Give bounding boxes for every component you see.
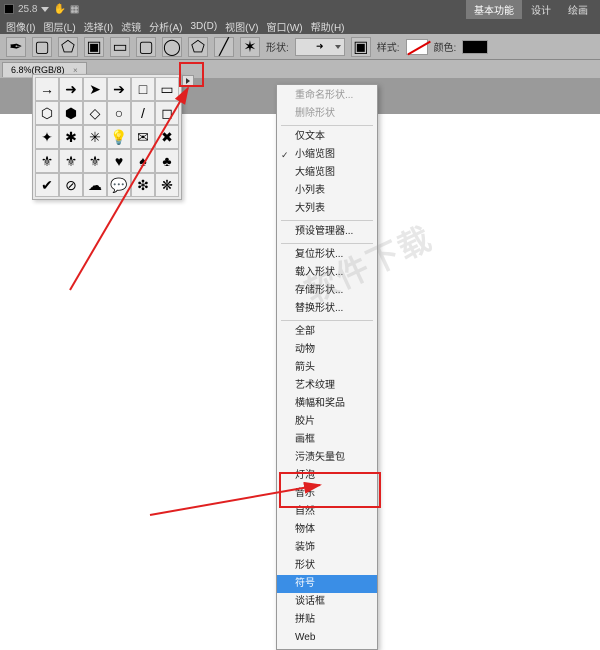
menu-separator	[281, 125, 373, 126]
menu-select[interactable]: 选择(I)	[82, 19, 115, 34]
no-style-icon[interactable]	[406, 39, 428, 55]
menu-item-large-list[interactable]: 大列表	[277, 200, 377, 218]
menu-item-rename: 重命名形状...	[277, 87, 377, 105]
menu-item-all[interactable]: 全部	[277, 323, 377, 341]
shape-cell[interactable]: ➜	[59, 77, 83, 101]
menu-image[interactable]: 图像(I)	[4, 19, 37, 34]
shape-cell[interactable]: /	[131, 101, 155, 125]
shape-cell[interactable]: ◇	[83, 101, 107, 125]
menu-item-delete: 删除形状	[277, 105, 377, 123]
color-label: 颜色:	[434, 39, 457, 54]
zoom-dropdown-icon[interactable]	[41, 7, 49, 12]
shape-cell[interactable]: 💬	[107, 173, 131, 197]
document-tab-label: 6.8%(RGB/8)	[11, 65, 65, 75]
shape-cell[interactable]: ⬢	[59, 101, 83, 125]
shape-cell[interactable]: ➔	[107, 77, 131, 101]
shape-cell[interactable]: ❋	[155, 173, 179, 197]
workspace-tab-design[interactable]: 设计	[523, 0, 559, 19]
shape-cell[interactable]: 💡	[107, 125, 131, 149]
app-icon	[4, 4, 14, 14]
menu-item-ornaments[interactable]: 装饰	[277, 539, 377, 557]
shape-cell[interactable]: ✖	[155, 125, 179, 149]
view-tools-icon[interactable]: ▦	[70, 4, 79, 15]
shape-cell[interactable]: ✱	[59, 125, 83, 149]
menu-item-tiles[interactable]: 拼贴	[277, 611, 377, 629]
menu-item-frames[interactable]: 画框	[277, 431, 377, 449]
menu-item-small-thumb[interactable]: 小缩览图	[277, 146, 377, 164]
menu-item-web[interactable]: Web	[277, 629, 377, 647]
shapes-flyout: →➜➤➔□▭⬡⬢◇○/◻✦✱✳💡✉✖⚜⚜⚜♥♠♣✔⊘☁💬❇❋	[32, 74, 182, 200]
menu-bar: 图像(I) 图层(L) 选择(I) 滤镜 分析(A) 3D(D) 视图(V) 窗…	[0, 18, 600, 34]
shape-cell[interactable]: ⊘	[59, 173, 83, 197]
menu-item-small-list[interactable]: 小列表	[277, 182, 377, 200]
shape-cell[interactable]: ✦	[35, 125, 59, 149]
annotation-box-symbols	[279, 472, 381, 508]
shape-cell[interactable]: ⚜	[59, 149, 83, 173]
shape-cell[interactable]: ➤	[83, 77, 107, 101]
menu-item-shapes[interactable]: 形状	[277, 557, 377, 575]
menu-analysis[interactable]: 分析(A)	[147, 19, 184, 34]
menu-view[interactable]: 视图(V)	[223, 19, 260, 34]
custom-shape-tool-icon[interactable]: ✶	[240, 37, 260, 57]
shape-cell[interactable]: →	[35, 77, 59, 101]
shape-cell[interactable]: ☁	[83, 173, 107, 197]
line-tool-icon[interactable]: ╱	[214, 37, 234, 57]
menu-separator	[281, 320, 373, 321]
shape-label: 形状:	[266, 39, 289, 54]
workspace-tab-basic[interactable]: 基本功能	[466, 0, 522, 19]
menu-item-film[interactable]: 胶片	[277, 413, 377, 431]
shape-cell[interactable]: ○	[107, 101, 131, 125]
menu-item-banners[interactable]: 横幅和奖品	[277, 395, 377, 413]
menu-item-arrows[interactable]: 箭头	[277, 359, 377, 377]
menu-item-large-thumb[interactable]: 大缩览图	[277, 164, 377, 182]
ellipse-tool-icon[interactable]: ◯	[162, 37, 182, 57]
menu-filter[interactable]: 滤镜	[119, 19, 143, 34]
shape-cell[interactable]: ⬡	[35, 101, 59, 125]
menu-item-grime-vector[interactable]: 污渍矢量包	[277, 449, 377, 467]
shape-cell[interactable]: □	[131, 77, 155, 101]
polygon-tool-icon[interactable]: ⬠	[188, 37, 208, 57]
tool-preset-icon[interactable]: ✒	[6, 37, 26, 57]
hand-tool-icon[interactable]: ✋	[53, 4, 65, 15]
menu-item-text-only[interactable]: 仅文本	[277, 128, 377, 146]
shape-cell[interactable]: ▭	[155, 77, 179, 101]
menu-item-talk-bubbles[interactable]: 谈话框	[277, 593, 377, 611]
menu-item-objects[interactable]: 物体	[277, 521, 377, 539]
shape-cell[interactable]: ♠	[131, 149, 155, 173]
menu-item-animals[interactable]: 动物	[277, 341, 377, 359]
options-bar: ✒ ▢ ⬠ ▣ ▭ ▢ ◯ ⬠ ╱ ✶ 形状: ➜ ▣ 样式: 颜色:	[0, 34, 600, 60]
rect-tool-icon[interactable]: ▭	[110, 37, 130, 57]
menu-item-symbols[interactable]: 符号	[277, 575, 377, 593]
menu-help[interactable]: 帮助(H)	[309, 19, 347, 34]
menu-layer[interactable]: 图层(L)	[41, 19, 77, 34]
combine-mode-icon[interactable]: ▣	[351, 37, 371, 57]
menu-item-preset-manager[interactable]: 预设管理器...	[277, 223, 377, 241]
shapes-context-menu: 重命名形状... 删除形状 仅文本 小缩览图 大缩览图 小列表 大列表 预设管理…	[276, 84, 378, 650]
title-bar: 25.8 ✋ ▦ 基本功能 设计 绘画	[0, 0, 600, 18]
style-label: 样式:	[377, 39, 400, 54]
workspace-tab-paint[interactable]: 绘画	[560, 0, 596, 19]
menu-item-art-textures[interactable]: 艺术纹理	[277, 377, 377, 395]
shape-layer-mode-icon[interactable]: ▢	[32, 37, 52, 57]
roundrect-tool-icon[interactable]: ▢	[136, 37, 156, 57]
shape-cell[interactable]: ♥	[107, 149, 131, 173]
shape-cell[interactable]: ❇	[131, 173, 155, 197]
color-swatch[interactable]	[462, 40, 488, 54]
path-mode-icon[interactable]: ⬠	[58, 37, 78, 57]
shape-cell[interactable]: ⚜	[35, 149, 59, 173]
shape-cell[interactable]: ◻	[155, 101, 179, 125]
annotation-box-flyout	[179, 62, 204, 87]
shape-cell[interactable]: ⚜	[83, 149, 107, 173]
shape-cell[interactable]: ✉	[131, 125, 155, 149]
shape-picker-dropdown[interactable]: ➜	[295, 38, 345, 56]
shape-cell[interactable]: ✳	[83, 125, 107, 149]
shape-cell[interactable]: ✔	[35, 173, 59, 197]
menu-window[interactable]: 窗口(W)	[265, 19, 305, 34]
fill-mode-icon[interactable]: ▣	[84, 37, 104, 57]
menu-separator	[281, 220, 373, 221]
menu-3d[interactable]: 3D(D)	[188, 21, 219, 32]
zoom-value[interactable]: 25.8	[18, 4, 37, 15]
shape-cell[interactable]: ♣	[155, 149, 179, 173]
